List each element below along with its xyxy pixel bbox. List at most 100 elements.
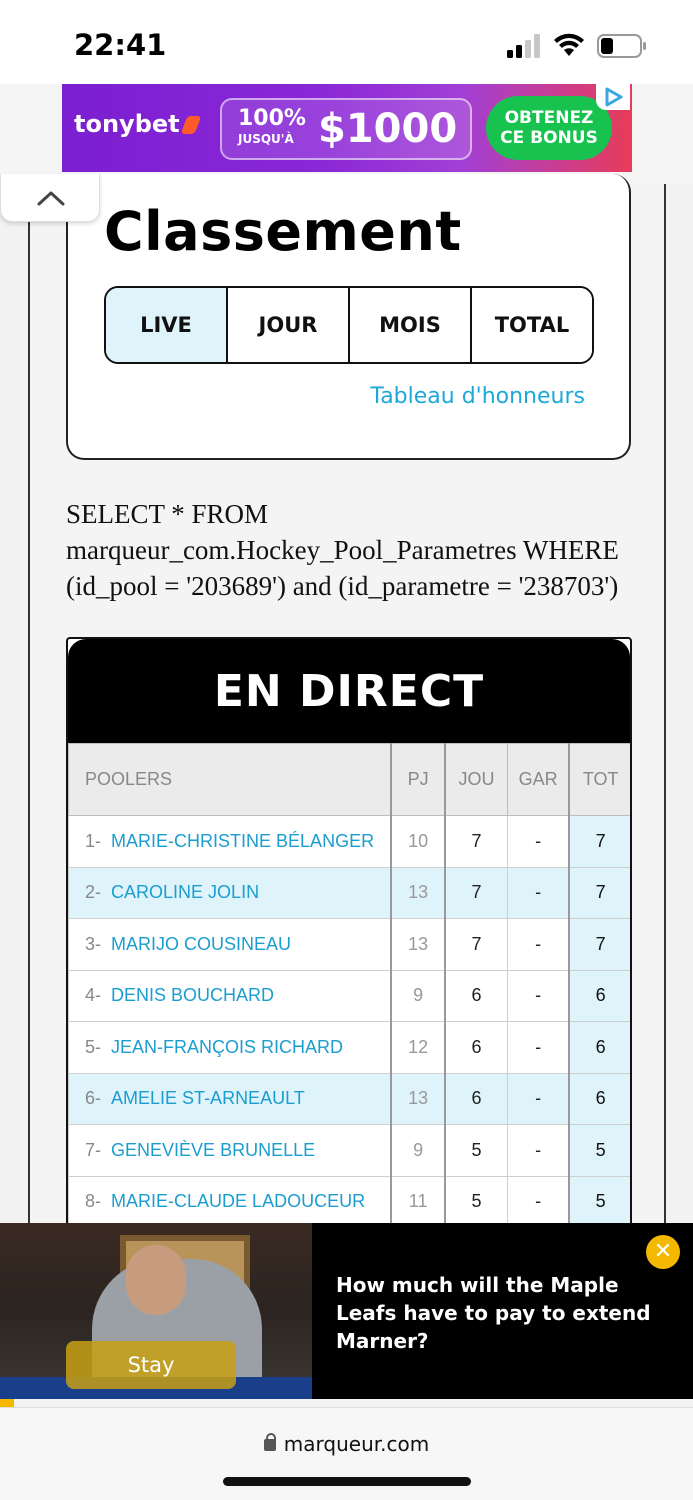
video-headline[interactable]: How much will the Maple Leafs have to pa… [336, 1271, 676, 1355]
pooler-cell: 1- MARIE-CHRISTINE BÉLANGER [68, 815, 392, 868]
pooler-name-link[interactable]: MARIE-CLAUDE LADOUCEUR [111, 1191, 365, 1211]
rank-number: 7- [85, 1139, 102, 1160]
jou-cell: 5 [444, 1124, 508, 1177]
col-tot[interactable]: TOT [568, 743, 630, 816]
rank-number: 4- [85, 985, 102, 1006]
gar-cell: - [506, 1175, 570, 1228]
battery-icon [597, 34, 646, 58]
tot-cell: 6 [568, 969, 630, 1022]
page-title: Classement [104, 200, 462, 263]
ad-up-to: JUSQU'À [238, 132, 294, 146]
honor-roll-link[interactable]: Tableau d'honneurs [370, 384, 585, 409]
ad-offer-box: 100% JUSQU'À $1000 [220, 98, 472, 160]
rank-number: 5- [85, 1036, 102, 1057]
jou-cell: 7 [444, 918, 508, 971]
gar-cell: - [506, 1124, 570, 1177]
tab-mois[interactable]: MOIS [350, 288, 472, 362]
table-row: 8- MARIE-CLAUDE LADOUCEUR 11 5-5 [68, 1175, 630, 1228]
tot-cell: 7 [568, 918, 630, 971]
ad-brand-logo: tonybet [74, 110, 201, 138]
wifi-icon [554, 33, 584, 56]
jou-cell: 7 [444, 815, 508, 868]
pj-cell: 11 [390, 1175, 446, 1228]
ad-percent: 100% [238, 106, 306, 131]
browser-url-bar[interactable]: marqueur.com [0, 1407, 693, 1500]
pooler-name-link[interactable]: DENIS BOUCHARD [111, 985, 274, 1005]
pj-cell: 13 [390, 1072, 446, 1125]
jou-cell: 6 [444, 1021, 508, 1074]
tot-cell: 7 [568, 866, 630, 919]
rank-number: 8- [85, 1191, 102, 1212]
tab-total[interactable]: TOTAL [472, 288, 592, 362]
table-row: 7- GENEVIÈVE BRUNELLE 9 5-5 [68, 1124, 630, 1177]
rank-number: 1- [85, 830, 102, 851]
period-tabs: LIVE JOUR MOIS TOTAL [104, 286, 594, 364]
jou-cell: 7 [444, 866, 508, 919]
stay-button[interactable]: Stay [66, 1341, 236, 1389]
tot-cell: 6 [568, 1072, 630, 1125]
classement-card: Classement LIVE JOUR MOIS TOTAL Tableau … [66, 174, 631, 460]
pooler-cell: 4- DENIS BOUCHARD [68, 969, 392, 1022]
pj-cell: 10 [390, 815, 446, 868]
col-jou[interactable]: JOU [444, 743, 508, 816]
table-row: 6- AMELIE ST-ARNEAULT 13 6- 6 [68, 1072, 630, 1125]
gar-cell: - [506, 1072, 570, 1125]
ad-cta-button[interactable]: OBTENEZ CE BONUS [486, 96, 612, 160]
pooler-cell: 6- AMELIE ST-ARNEAULT [68, 1072, 392, 1125]
table-title-bar: EN DIRECT [68, 639, 630, 743]
url-text: marqueur.com [283, 1432, 430, 1456]
pooler-cell: 5- JEAN-FRANÇOIS RICHARD [68, 1021, 392, 1074]
table-row: 1- MARIE-CHRISTINE BÉLANGER 10 7-7 [68, 815, 630, 868]
page-content: Classement LIVE JOUR MOIS TOTAL Tableau … [28, 174, 666, 1237]
pooler-cell: 8- MARIE-CLAUDE LADOUCEUR [68, 1175, 392, 1228]
pj-cell: 9 [390, 1124, 446, 1177]
table-row: 5- JEAN-FRANÇOIS RICHARD 12 6-6 [68, 1021, 630, 1074]
pooler-name-link[interactable]: CAROLINE JOLIN [111, 882, 259, 902]
pooler-name-link[interactable]: AMELIE ST-ARNEAULT [111, 1088, 305, 1108]
col-pj[interactable]: PJ [390, 743, 446, 816]
tab-jour[interactable]: JOUR [228, 288, 350, 362]
rank-number: 6- [85, 1088, 102, 1109]
lock-icon [263, 1433, 276, 1451]
live-ranking-table: EN DIRECT POOLERS PJ JOU GAR TOT 1- MARI… [66, 637, 632, 1237]
pooler-name-link[interactable]: JEAN-FRANÇOIS RICHARD [111, 1037, 343, 1057]
rank-number: 2- [85, 882, 102, 903]
tot-cell: 7 [568, 815, 630, 868]
tonybet-ad-banner[interactable]: tonybet 100% JUSQU'À $1000 OBTENEZ CE BO… [62, 84, 632, 172]
pooler-cell: 2- CAROLINE JOLIN [68, 866, 392, 919]
pooler-cell: 3- MARIJO COUSINEAU [68, 918, 392, 971]
col-gar[interactable]: GAR [506, 743, 570, 816]
cellular-signal-icon [507, 34, 540, 58]
gar-cell: - [506, 918, 570, 971]
chevron-up-icon [37, 191, 65, 206]
ad-choices-icon[interactable] [596, 84, 630, 110]
home-indicator[interactable] [223, 1477, 471, 1486]
pj-cell: 12 [390, 1021, 446, 1074]
table-title: EN DIRECT [213, 665, 485, 717]
pooler-name-link[interactable]: GENEVIÈVE BRUNELLE [111, 1140, 315, 1160]
ad-amount: $1000 [318, 106, 458, 152]
pooler-name-link[interactable]: MARIJO COUSINEAU [111, 934, 291, 954]
ranking-table: POOLERS PJ JOU GAR TOT 1- MARIE-CHRISTIN… [68, 743, 630, 1228]
thumb-head [126, 1245, 186, 1315]
pooler-name-link[interactable]: MARIE-CHRISTINE BÉLANGER [111, 831, 374, 851]
status-time: 22:41 [74, 28, 167, 62]
video-ad[interactable]: Stay How much will the Maple Leafs have … [0, 1223, 693, 1399]
table-row: 4- DENIS BOUCHARD 9 6-6 [68, 969, 630, 1022]
video-thumbnail[interactable]: Stay [0, 1223, 312, 1399]
sql-debug-text: SELECT * FROM marqueur_com.Hockey_Pool_P… [66, 499, 619, 601]
table-header-row: POOLERS PJ JOU GAR TOT [68, 743, 630, 816]
rank-number: 3- [85, 933, 102, 954]
pj-cell: 13 [390, 866, 446, 919]
close-icon[interactable]: ✕ [646, 1235, 680, 1269]
url-display[interactable]: marqueur.com [0, 1432, 693, 1456]
ad-cta-line1: OBTENEZ [504, 108, 594, 128]
col-poolers[interactable]: POOLERS [68, 743, 392, 816]
tab-live[interactable]: LIVE [106, 288, 228, 362]
pj-cell: 13 [390, 918, 446, 971]
table-row: 2- CAROLINE JOLIN 13 7-7 [68, 866, 630, 919]
collapse-ad-tab[interactable] [0, 174, 100, 222]
gar-cell: - [506, 815, 570, 868]
tot-cell: 5 [568, 1175, 630, 1228]
gar-cell: - [506, 866, 570, 919]
